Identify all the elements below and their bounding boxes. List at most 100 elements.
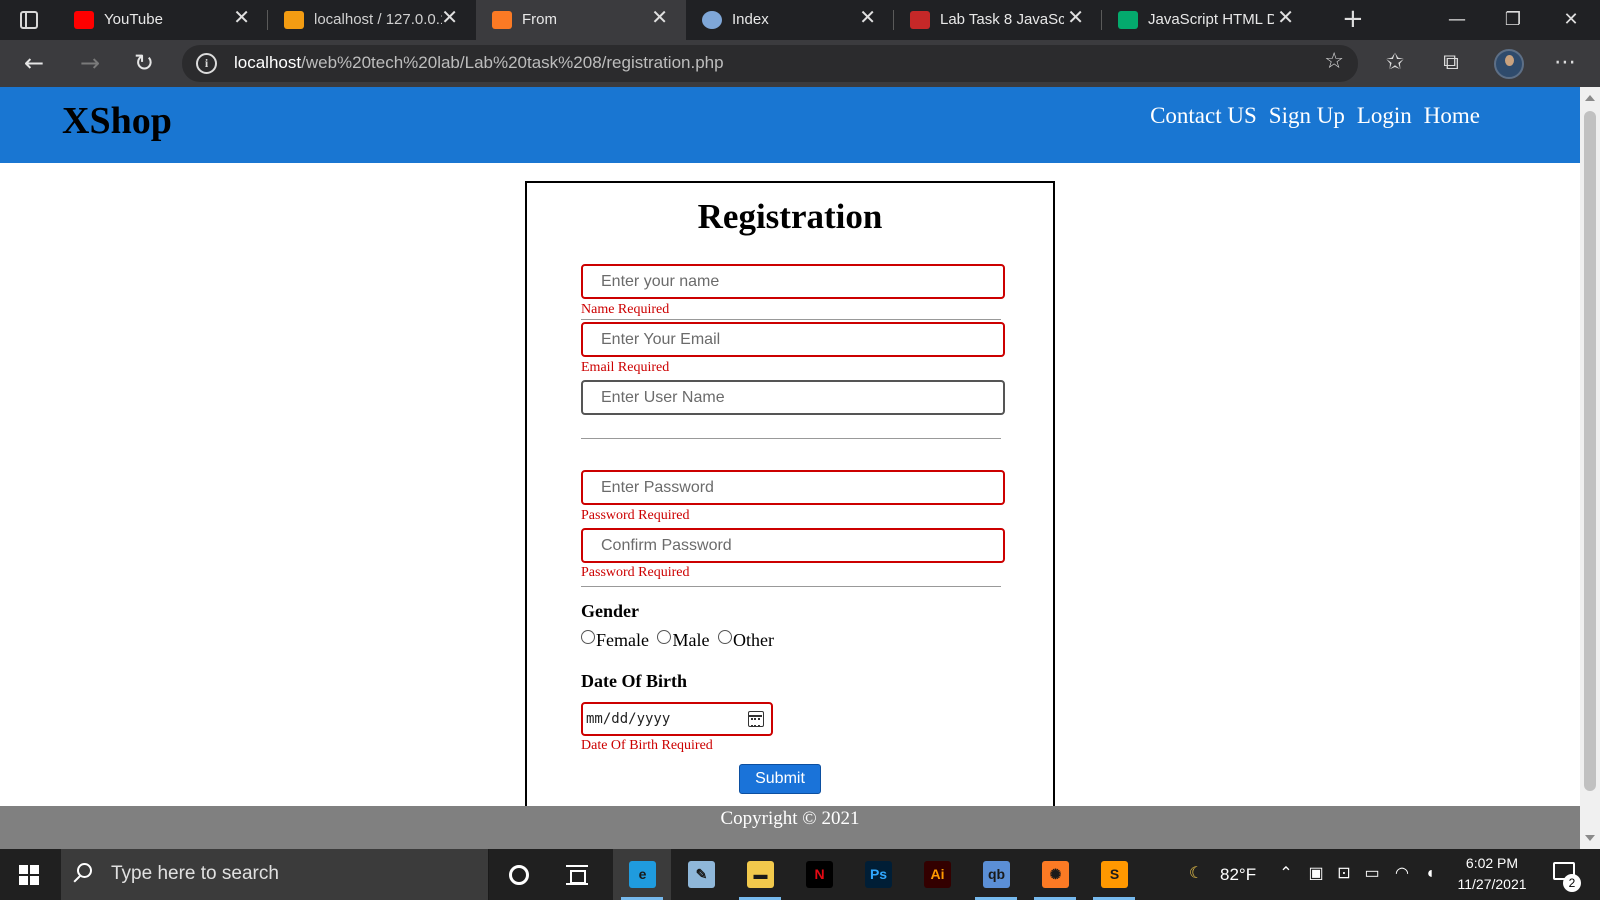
radio-other[interactable]: Other [717,630,774,650]
volume-icon[interactable]: ◖ [1420,864,1440,884]
tab-youtube[interactable]: YouTube ✕ [58,0,268,40]
taskbar-search[interactable]: Type here to search [61,849,489,900]
minimize-icon[interactable]: — [1432,4,1482,36]
tab-index[interactable]: Index ✕ [686,0,894,40]
radio-circle-icon[interactable] [581,630,595,644]
scroll-thumb[interactable] [1584,111,1596,791]
nav-login[interactable]: Login [1357,103,1412,129]
dob-input[interactable]: mm/dd/yyyy [581,702,773,736]
meet-now-icon[interactable]: ▣ [1306,864,1326,884]
search-icon [77,863,92,878]
photoshop-icon: Ps [865,861,892,888]
username-input[interactable] [581,380,1005,415]
taskbar-app-sublime-text[interactable]: S [1085,849,1143,900]
add-favorite-icon[interactable]: ☆ [1324,49,1344,74]
radio-circle-icon[interactable] [657,630,672,644]
weather-icon[interactable]: ☾ [1186,864,1206,884]
search-placeholder: Type here to search [111,863,279,884]
close-icon[interactable]: ✕ [651,8,668,28]
tab-title: localhost / 127.0.0.1 [314,11,442,28]
refresh-icon[interactable]: ↻ [128,48,160,80]
phpmyadmin-icon [284,11,304,29]
shield-icon [702,11,722,29]
taskbar-app-edge[interactable]: e [613,849,671,900]
password-input[interactable] [581,470,1005,505]
more-options-icon[interactable]: ⋯ [1550,49,1580,79]
browser-toolbar: ← → ↻ i localhost/web%20tech%20lab/Lab%2… [0,40,1600,87]
site-info-icon[interactable]: i [196,53,217,74]
collections-icon[interactable]: ⧉ [1436,49,1466,79]
close-icon[interactable]: ✕ [441,8,458,28]
taskbar-app-illustrator[interactable]: Ai [908,849,966,900]
password-error: Password Required [581,508,690,523]
nav-home[interactable]: Home [1424,103,1480,129]
tab-from[interactable]: From ✕ [476,0,686,40]
new-tab-button[interactable]: + [1342,6,1364,32]
display-icon[interactable]: ⊡ [1334,864,1354,884]
page-scrollbar[interactable] [1580,87,1600,849]
calendar-icon[interactable] [748,711,764,727]
taskbar-app-xampp[interactable]: ✺ [1026,849,1084,900]
forward-icon[interactable]: → [74,48,106,80]
illustrator-icon: Ai [924,861,951,888]
scroll-down-icon[interactable] [1585,835,1595,841]
site-footer: Copyright © 2021 [0,806,1580,849]
taskbar-clock[interactable]: 6:02 PM 11/27/2021 [1448,853,1536,895]
close-icon[interactable]: ✕ [1277,8,1294,28]
dob-label: Date Of Birth [581,671,687,691]
nav-sign-up[interactable]: Sign Up [1269,103,1345,129]
tab-localhost[interactable]: localhost / 127.0.0.1 ✕ [268,0,476,40]
netflix-icon: N [806,861,833,888]
form-title: Registration [697,197,883,236]
restore-icon[interactable]: ❐ [1488,4,1538,36]
tab-lab-task[interactable]: Lab Task 8 JavaScript ✕ [894,0,1102,40]
nav-contact-us[interactable]: Contact US [1150,103,1257,129]
taskbar: Type here to search e ✎ ▬ N Ps Ai qb ✺ S ☾ 82°F … [0,849,1600,900]
radio-male[interactable]: Male [657,630,709,650]
scroll-up-icon[interactable] [1585,95,1595,101]
dob-error: Date Of Birth Required [581,738,713,753]
confirm-password-input[interactable] [581,528,1005,563]
cortana-icon[interactable] [509,865,529,885]
window-close-icon[interactable]: ✕ [1546,4,1596,36]
pdf-icon [910,11,930,29]
edge-icon: e [629,861,656,888]
back-icon[interactable]: ← [18,48,50,80]
windows-start-icon[interactable] [19,865,39,885]
radio-female[interactable]: Female [581,630,649,650]
weather-temp[interactable]: 82°F [1220,865,1256,885]
w3schools-icon [1118,11,1138,29]
chevron-up-icon[interactable]: ⌃ [1276,864,1296,884]
task-view-icon[interactable] [566,865,588,885]
site-nav: Contact US Sign Up Login Home [1138,103,1480,129]
tab-w3schools[interactable]: JavaScript HTML DOM ✕ [1102,0,1312,40]
taskbar-app-photoshop[interactable]: Ps [849,849,907,900]
close-icon[interactable]: ✕ [233,8,250,28]
email-error: Email Required [581,360,670,375]
qbittorrent-icon: qb [983,861,1010,888]
url-text[interactable]: localhost/web%20tech%20lab/Lab%20task%20… [234,53,724,73]
submit-button[interactable]: Submit [739,764,821,794]
tab-actions-icon[interactable] [12,9,46,31]
address-bar[interactable]: i localhost/web%20tech%20lab/Lab%20task%… [182,45,1358,82]
taskbar-app-qbittorrent[interactable]: qb [967,849,1025,900]
email-input[interactable] [581,322,1005,357]
tab-title: YouTube [104,11,163,28]
site-logo[interactable]: XShop [62,99,172,143]
confirm-password-error: Password Required [581,565,690,580]
name-input[interactable] [581,264,1005,299]
divider [581,438,1001,439]
profile-avatar[interactable] [1494,49,1524,79]
radio-circle-icon[interactable] [717,630,732,644]
close-icon[interactable]: ✕ [1067,8,1084,28]
sublime-text-icon: S [1101,861,1128,888]
taskbar-app-notepad[interactable]: ✎ [672,849,730,900]
favorites-icon[interactable]: ✩ [1380,49,1410,79]
wifi-icon[interactable]: ◠ [1392,864,1412,884]
taskbar-app-file-explorer[interactable]: ▬ [731,849,789,900]
taskbar-app-netflix[interactable]: N [790,849,848,900]
notepad-icon: ✎ [688,861,715,888]
close-icon[interactable]: ✕ [859,8,876,28]
battery-icon[interactable]: ▭ [1362,864,1382,884]
site-header: XShop Contact US Sign Up Login Home [0,87,1580,163]
